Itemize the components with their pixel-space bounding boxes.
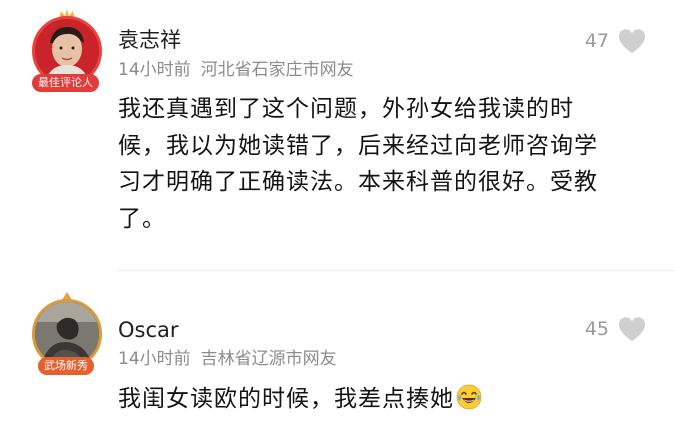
avatar-container[interactable]: 武场新秀: [28, 291, 108, 375]
comment-meta: 14小时前 吉林省辽源市网友: [118, 349, 337, 369]
comment-meta: 14小时前 河北省石家庄市网友: [118, 60, 354, 80]
like-button[interactable]: 47: [585, 28, 647, 54]
status-badge: 最佳评论人: [32, 74, 99, 92]
comment-list: 最佳评论人 袁志祥 14小时前 河北省石家庄市网友 我还真遇到了这个问题，外孙女给…: [0, 0, 675, 437]
comment-text: 我还真遇到了这个问题，外孙女给我读的时候，我以为她读错了，后来经过向老师咨询学习…: [118, 96, 598, 232]
comment-text-container: 我闺女读欧的时候，我差点揍她: [118, 381, 618, 418]
heart-icon[interactable]: [617, 316, 647, 342]
avatar-container[interactable]: 最佳评论人: [28, 8, 108, 92]
comment-item: 武场新秀 Oscar 14小时前 吉林省辽源市网友 我闺女读欧的时候，我差点揍她 …: [0, 271, 675, 437]
timestamp: 14小时前: [118, 349, 191, 369]
location: 吉林省辽源市网友: [200, 349, 337, 369]
comment-item: 最佳评论人 袁志祥 14小时前 河北省石家庄市网友 我还真遇到了这个问题，外孙女给…: [0, 0, 675, 270]
location: 河北省石家庄市网友: [200, 60, 354, 80]
like-count: 45: [584, 318, 609, 340]
username[interactable]: Oscar: [118, 318, 179, 342]
heart-icon[interactable]: [617, 28, 647, 54]
like-count: 47: [584, 30, 609, 52]
status-badge: 武场新秀: [38, 357, 94, 375]
laughing-tears-emoji-icon: [456, 384, 482, 410]
comment-text: 我闺女读欧的时候，我差点揍她: [118, 386, 454, 412]
timestamp: 14小时前: [118, 60, 191, 80]
username[interactable]: 袁志祥: [118, 28, 181, 52]
like-button[interactable]: 45: [585, 316, 647, 342]
